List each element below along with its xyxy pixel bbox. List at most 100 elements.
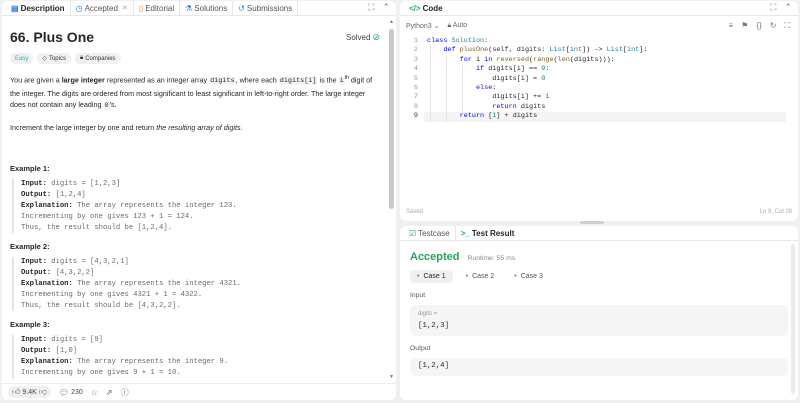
terminal-icon: >_ (460, 228, 470, 238)
code-line: if digits[i] == 9: (475, 65, 550, 74)
solved-label: Solved (345, 32, 371, 42)
line-number: 9 (413, 112, 418, 121)
example-heading: Example 3: (10, 320, 50, 330)
runtime-label: Runtime: 55 ms (467, 255, 516, 262)
topics-button[interactable]: ◇ Topics (37, 53, 71, 64)
expand-icon[interactable]: ⛶ (770, 2, 776, 13)
scroll-up-icon[interactable]: ▲ (389, 19, 394, 25)
history-icon: ↺ (238, 3, 245, 13)
like-dislike-group: 👍︎ 9.4K 👎︎ (8, 386, 51, 398)
input-box: digits = [1,2,3] (410, 305, 788, 336)
close-icon[interactable]: ✕ (122, 4, 128, 12)
description-panel: ▤ Description ◷ Accepted ✕ ▯ Editorial ⚗… (2, 1, 396, 400)
thumbs-down-icon[interactable]: 👎︎ (39, 387, 47, 397)
lock-icon: 🔒︎ (447, 22, 452, 29)
case-tab-3[interactable]: • Case 3 (507, 270, 550, 283)
line-number: 8 (413, 102, 418, 111)
case-tab-2[interactable]: • Case 2 (459, 270, 502, 283)
like-count: 9.4K (22, 388, 37, 396)
code-icon: </> (409, 3, 421, 13)
format-icon[interactable]: ≡ (729, 21, 734, 31)
problem-paragraph-1: You are given a large integer represente… (10, 75, 373, 111)
line-number: 7 (413, 93, 418, 102)
code-line: def plusOne(self, digits: List[int]) -> … (443, 46, 648, 55)
output-value: [1,2,4] (418, 362, 450, 370)
code-line: return digits (492, 102, 546, 111)
bookmark-icon[interactable]: ⚑ (741, 21, 748, 31)
description-footer: 👍︎ 9.4K 👎︎ 💬︎ 230 ☆ ⇗ ⓘ (2, 383, 396, 400)
fullscreen-icon[interactable]: ⛶ (784, 21, 790, 31)
pass-dot-icon: • (417, 273, 420, 280)
output-box: [1,2,4] (410, 358, 788, 376)
example-block: Input: digits = [4,3,2,1] Output: [4,3,2… (12, 257, 380, 312)
example-heading: Example 2: (10, 242, 50, 252)
verdict-label: Accepted (410, 251, 460, 263)
tab-testcase[interactable]: ☑ Testcase (404, 226, 456, 241)
code-line: digits[i] += 1 (427, 93, 550, 102)
problem-paragraph-2: Increment the large integer by one and r… (10, 122, 243, 132)
example-block: Input: digits = [1,2,3] Output: [1,2,4] … (12, 179, 380, 234)
tab-editorial[interactable]: ▯ Editorial (134, 1, 181, 16)
code-panel: </> Code ⛶ ⌃ Python3 ⌄ 🔒︎ Auto ≡ ⚑ {} ↻ … (400, 1, 798, 221)
reset-icon[interactable]: ↻ (770, 21, 777, 31)
language-select[interactable]: Python3 ⌄ (406, 22, 440, 30)
lock-icon: 🔒︎ (79, 55, 84, 61)
editor-toolbar: Python3 ⌄ 🔒︎ Auto ≡ ⚑ {} ↻ ⛶ (400, 19, 798, 33)
book-icon: ▯ (138, 3, 144, 13)
variable-name: digits = (418, 311, 438, 317)
code-tabbar: </> Code ⛶ ⌃ (400, 1, 798, 16)
left-tabbar: ▤ Description ◷ Accepted ✕ ▯ Editorial ⚗… (2, 1, 396, 16)
expand-icon[interactable]: ⛶ (368, 2, 374, 13)
tab-solutions[interactable]: ⚗ Solutions (180, 1, 234, 16)
solved-status: Solved ⊘ (346, 32, 380, 43)
companies-button[interactable]: 🔒︎ Companies (74, 53, 121, 64)
problem-title: 66. Plus One (10, 29, 95, 45)
pass-dot-icon: • (465, 273, 469, 280)
tab-label: Testcase (418, 228, 450, 238)
scrollbar-thumb[interactable] (389, 29, 394, 209)
collapse-icon[interactable]: ⌃ (784, 2, 792, 13)
tab-label: Test Result (471, 228, 515, 238)
thumbs-up-icon[interactable]: 👍︎ (12, 387, 20, 397)
code-line: else: (475, 84, 497, 92)
difficulty-badge[interactable]: Easy (10, 53, 34, 64)
tab-code[interactable]: </> Code (404, 1, 448, 16)
tag-icon: ◇ (42, 56, 47, 62)
cursor-position: Ln 9, Col 28 (759, 209, 792, 215)
companies-label: Companies (85, 55, 116, 62)
clock-icon: ◷ (75, 3, 83, 13)
panel-resize-handle[interactable] (580, 221, 604, 224)
tab-label: Editorial (145, 3, 175, 13)
pass-dot-icon: • (514, 273, 517, 280)
line-number: 3 (413, 55, 418, 64)
example-heading: Example 1: (10, 164, 50, 174)
share-icon[interactable]: ⇗ (106, 388, 113, 397)
input-label: Input (410, 292, 426, 299)
tab-label: Description (20, 3, 65, 13)
tab-test-result[interactable]: >_ Test Result (456, 226, 520, 241)
check-circle-icon: ⊘ (372, 31, 380, 42)
comment-icon[interactable]: 💬︎ (59, 388, 69, 397)
tab-submissions[interactable]: ↺ Submissions (233, 1, 299, 16)
output-label: Output (410, 345, 431, 352)
line-number: 1 (413, 37, 418, 45)
help-icon[interactable]: ⓘ (121, 387, 129, 398)
tab-label: Code (422, 3, 443, 13)
braces-icon[interactable]: {} (756, 21, 761, 31)
editor-status-bar: Saved Ln 9, Col 28 (406, 209, 792, 215)
scroll-down-icon[interactable]: ▼ (389, 374, 394, 380)
star-icon[interactable]: ☆ (91, 388, 98, 397)
flask-icon: ⚗ (185, 3, 193, 13)
tab-accepted[interactable]: ◷ Accepted ✕ (71, 1, 134, 16)
comment-count: 230 (71, 388, 83, 396)
line-number: 2 (413, 46, 418, 55)
tab-description[interactable]: ▤ Description (6, 1, 71, 16)
result-scrollbar[interactable] (791, 244, 795, 394)
case-tab-1[interactable]: • Case 1 (410, 270, 453, 283)
description-scrollbar[interactable]: ▲ ▼ (389, 17, 394, 382)
auto-mode-toggle[interactable]: 🔒︎ Auto (448, 22, 468, 30)
saved-status: Saved (406, 209, 424, 215)
code-line: for i in reversed(range(len(digits))): (459, 55, 615, 64)
collapse-icon[interactable]: ⌃ (382, 2, 390, 13)
line-number: 6 (413, 84, 418, 92)
